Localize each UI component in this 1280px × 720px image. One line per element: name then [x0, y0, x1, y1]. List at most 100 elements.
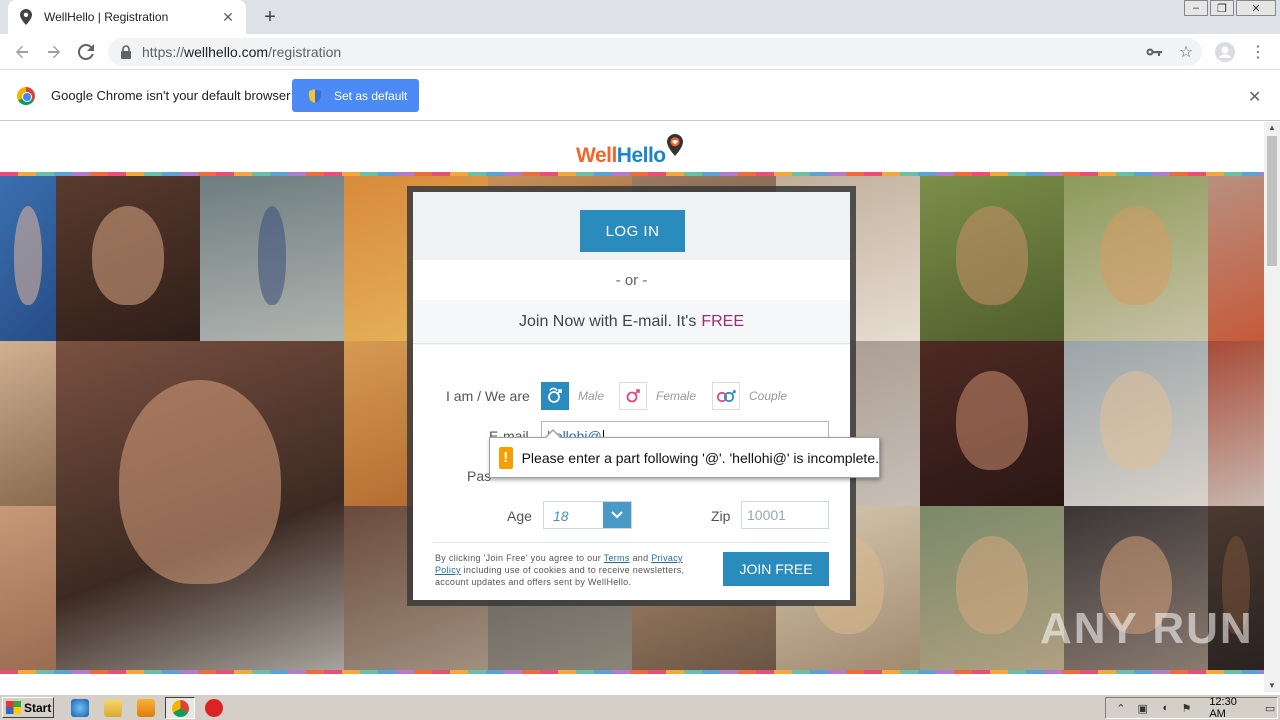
age-value: 18 [553, 508, 569, 524]
member-photo [0, 341, 56, 506]
tab-title: WellHello | Registration [44, 10, 169, 24]
start-button[interactable]: Start [2, 697, 54, 718]
window-controls: – ❐ ✕ [1182, 0, 1276, 18]
reload-button[interactable] [74, 40, 98, 64]
member-photo [920, 341, 1064, 506]
folder-icon[interactable] [104, 699, 122, 717]
member-photo [1064, 176, 1208, 341]
join-title: Join Now with E-mail. It's FREE [413, 300, 850, 344]
validation-message: Please enter a part following '@'. 'hell… [521, 449, 879, 466]
card-login-section: LOG IN [413, 192, 850, 260]
system-tray: ⌃ ▣ ◖ ⚑ 12:30 AM ▭ [1105, 696, 1278, 720]
tray-expand-icon[interactable]: ⌃ [1114, 701, 1128, 715]
bookmark-star-icon[interactable]: ☆ [1176, 42, 1196, 62]
set-as-default-button[interactable]: Set as default [292, 79, 419, 112]
default-browser-infobar: Google Chrome isn't your default browser… [0, 71, 1280, 121]
restore-button[interactable]: ❐ [1210, 0, 1234, 16]
free-highlight: FREE [701, 312, 744, 330]
member-photo [56, 176, 200, 341]
clock: 12:30 AM [1209, 696, 1237, 720]
network-icon[interactable]: ▣ [1136, 701, 1150, 715]
address-bar[interactable]: https://wellhello.com/registration [108, 38, 1202, 66]
member-photo-featured [56, 341, 344, 670]
windows-taskbar: Start ⌃ ▣ ◖ ⚑ 12:30 AM ▭ [0, 694, 1280, 720]
gender-label-couple: Couple [749, 389, 788, 403]
page-viewport: Well Hello LOG IN - or - Join Now with E… [0, 122, 1264, 692]
gender-label-female: Female [656, 389, 697, 403]
couple-icon [712, 382, 740, 410]
age-select[interactable]: 18 [543, 501, 632, 529]
uac-shield-icon [309, 88, 321, 103]
member-photo [200, 176, 344, 341]
close-window-button[interactable]: ✕ [1236, 0, 1276, 16]
lock-icon [121, 45, 131, 59]
login-button[interactable]: LOG IN [580, 210, 685, 252]
set-as-default-label: Set as default [334, 88, 408, 103]
infobar-close-icon[interactable]: ✕ [1248, 87, 1261, 107]
zip-label: Zip [711, 508, 731, 524]
gender-label-male: Male [578, 389, 605, 403]
chrome-logo-icon [17, 87, 35, 105]
browser-toolbar: https://wellhello.com/registration ☆ ⋮ [0, 34, 1280, 70]
stop-icon[interactable] [205, 699, 223, 717]
profile-avatar-icon[interactable] [1215, 42, 1235, 62]
key-icon[interactable] [1144, 42, 1164, 62]
back-button[interactable] [10, 40, 34, 64]
terms-link[interactable]: Terms [604, 553, 630, 563]
tab-close-icon[interactable]: ✕ [220, 9, 236, 25]
member-photo [1064, 341, 1208, 506]
chevron-down-icon [603, 502, 631, 528]
member-photo [0, 176, 56, 341]
map-pin-icon [18, 9, 34, 25]
vertical-scrollbar[interactable]: ▲ ▼ [1264, 122, 1280, 692]
member-photo [1208, 341, 1264, 506]
new-tab-button[interactable]: + [258, 6, 282, 28]
tab-strip: WellHello | Registration ✕ + – ❐ ✕ [0, 0, 1280, 34]
taskbar-chrome-button[interactable] [165, 697, 195, 719]
show-desktop-icon[interactable]: ▭ [1263, 701, 1277, 715]
reload-icon [78, 44, 94, 60]
gender-option-male[interactable]: Male [541, 382, 604, 410]
gender-option-couple[interactable]: Couple [712, 382, 787, 410]
form-divider [433, 542, 830, 543]
color-stripe-bottom [0, 670, 1264, 674]
windows-flag-icon [6, 701, 21, 714]
url-text: https://wellhello.com/registration [142, 44, 342, 60]
action-center-flag-icon[interactable]: ⚑ [1179, 701, 1193, 715]
member-photo [0, 506, 56, 670]
terms-text: By clicking 'Join Free' you agree to our… [435, 553, 685, 587]
male-icon [541, 382, 569, 410]
password-label: Pas [467, 468, 492, 484]
or-divider: - or - [413, 260, 850, 300]
member-photo [1208, 176, 1264, 341]
media-player-icon[interactable] [137, 699, 155, 717]
minimize-button[interactable]: – [1184, 0, 1208, 16]
female-icon [619, 382, 647, 410]
scrollbar-thumb[interactable] [1267, 136, 1277, 266]
ie-icon[interactable] [71, 699, 89, 717]
age-label: Age [507, 508, 532, 524]
gender-option-female[interactable]: Female [619, 382, 696, 410]
start-label: Start [24, 700, 52, 715]
warning-icon: ! [499, 446, 513, 469]
join-title-text: Join Now with E-mail. It's [519, 312, 697, 330]
chrome-icon [172, 700, 189, 717]
validation-tooltip: ! Please enter a part following '@'. 'he… [489, 429, 880, 478]
registration-card: LOG IN - or - Join Now with E-mail. It's… [413, 192, 850, 600]
forward-button[interactable] [42, 40, 66, 64]
wellhello-logo[interactable]: Well Hello [576, 128, 683, 168]
scroll-up-icon[interactable]: ▲ [1264, 122, 1280, 134]
anyrun-watermark: ANY RUN [1040, 604, 1254, 653]
zip-field[interactable]: 10001 [741, 501, 829, 529]
back-arrow-icon [16, 45, 28, 59]
join-free-button[interactable]: JOIN FREE [723, 552, 829, 586]
i-am-label: I am / We are [446, 388, 530, 404]
member-photo [920, 176, 1064, 341]
forward-arrow-icon [48, 45, 60, 59]
scroll-down-icon[interactable]: ▼ [1264, 680, 1280, 692]
logo-pin-icon [666, 134, 683, 156]
infobar-message: Google Chrome isn't your default browser [51, 88, 291, 103]
menu-kebab-icon[interactable]: ⋮ [1248, 42, 1268, 62]
volume-icon[interactable]: ◖ [1158, 701, 1172, 715]
tab-registration[interactable]: WellHello | Registration ✕ [8, 0, 246, 34]
